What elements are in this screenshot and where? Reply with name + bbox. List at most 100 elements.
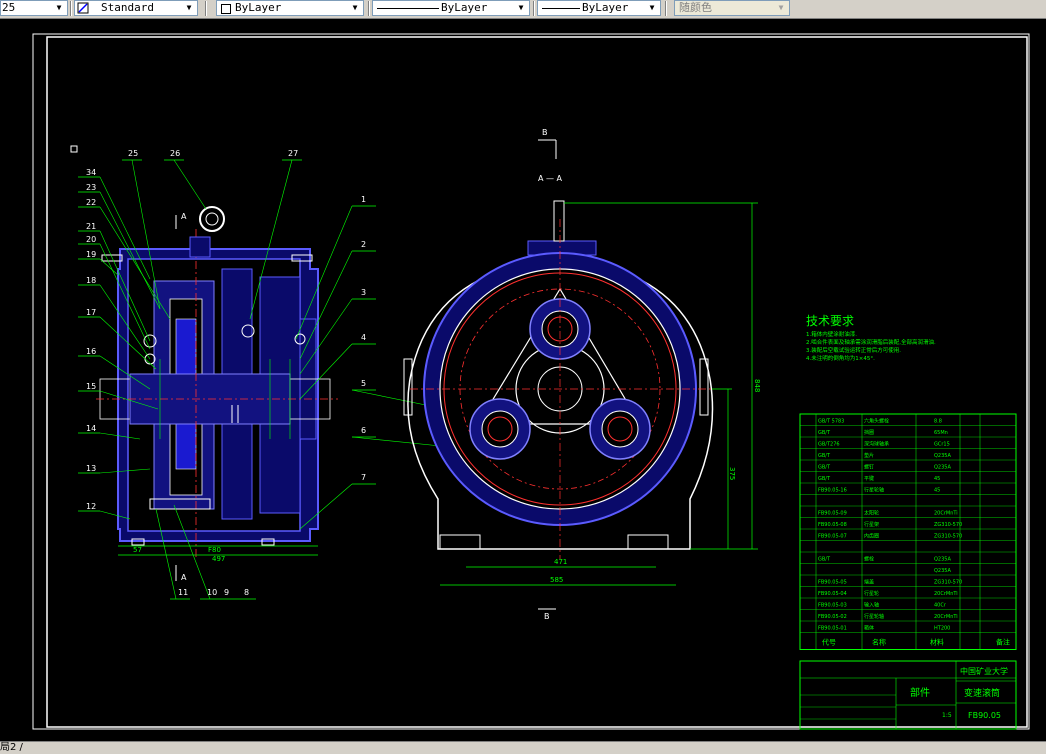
- leader-label-right: 1: [361, 195, 366, 204]
- lineweight-preview-icon: [542, 8, 580, 9]
- leader-label-left: 17: [86, 308, 96, 317]
- bom-cell: 行星轮轴: [864, 487, 884, 494]
- leader-label-left: 15: [86, 382, 96, 391]
- bom-cell: ZG310-570: [934, 580, 962, 586]
- bom-cell: GB/T276: [818, 442, 840, 448]
- dim-right-total: 585: [550, 576, 563, 584]
- dim-left-mid: F80: [208, 546, 221, 554]
- leader-label-left: 18: [86, 276, 96, 285]
- plotstyle-value: 随颜色: [679, 1, 712, 14]
- leader-label-right: 3: [361, 288, 366, 297]
- bom-cell: HT200: [934, 626, 950, 632]
- lineweight-value: ByLayer: [582, 1, 629, 14]
- title-code: FB90.05: [968, 711, 1001, 720]
- leader-label-top: 26: [170, 149, 180, 158]
- bom-cell: 行星轮轴: [864, 613, 884, 620]
- chevron-down-icon[interactable]: ▼: [53, 1, 65, 15]
- bom-cell: FB90.05-05: [818, 580, 847, 586]
- leader-label-left: 14: [86, 424, 96, 433]
- bom-header-cell: 材料: [930, 638, 944, 647]
- linetype-combo[interactable]: ByLayer ▼: [372, 0, 530, 16]
- lineweight-combo[interactable]: ByLayer ▼: [537, 0, 661, 16]
- section-mark-b-top: B: [542, 128, 548, 137]
- bom-cell: FB90.05-07: [818, 534, 847, 540]
- bom-cell: 行星架: [864, 521, 879, 528]
- bom-cell: 20CrMnTi: [934, 511, 958, 517]
- leader-label-right: 6: [361, 426, 366, 435]
- leader-label-left: 16: [86, 347, 96, 356]
- tech-line: 4.未注明的倒角均为1×45°.: [806, 354, 875, 362]
- toolbar-separator: [665, 1, 667, 16]
- toolbar-separator: [70, 1, 72, 16]
- properties-toolbar: 25 ▼ Standard ▼ ByLayer ▼ ByLayer ▼ ByLa…: [0, 0, 1046, 19]
- toolbar-separator: [205, 1, 207, 16]
- drawing-canvas[interactable]: 34232221201918171615141312 25 26 271234567…: [0, 19, 1046, 741]
- bom-cell: 垫片: [864, 452, 874, 459]
- tech-line: 1.箱体内壁涂耐油漆.: [806, 330, 857, 338]
- bom-cell: 20CrMnTi: [934, 614, 958, 620]
- bom-cell: 螺栓: [864, 556, 874, 563]
- leader-label-top: 25: [128, 149, 138, 158]
- bom-cell: FB90.05-04: [818, 591, 847, 597]
- title-name: 变速滚筒: [964, 687, 1000, 699]
- chevron-down-icon[interactable]: ▼: [349, 1, 361, 15]
- dim-left-total: 497: [212, 555, 225, 563]
- bom-cell: GB/T: [818, 476, 831, 482]
- bom-cell: GB/T: [818, 465, 831, 471]
- toolbar-separator: [533, 1, 535, 16]
- bom-cell: ZG310-570: [934, 534, 962, 540]
- dim-right-inner: 471: [554, 558, 567, 566]
- leader-label-left: 20: [86, 235, 96, 244]
- leader-label-right: 2: [361, 240, 366, 249]
- bom-header-cell: 代号: [822, 638, 836, 647]
- text-style-combo[interactable]: 25 ▼: [0, 0, 68, 16]
- section-mark-b-bottom: B: [544, 612, 550, 621]
- bom-header-cell: 名称: [872, 638, 886, 647]
- bom-cell: 平键: [864, 475, 874, 482]
- bom-cell: Q235A: [934, 453, 951, 459]
- leader-label-bottom: 8: [244, 588, 249, 597]
- bom-cell: 65Mn: [934, 430, 948, 436]
- leader-label-right: 7: [361, 473, 366, 482]
- bom-cell: 螺钉: [864, 464, 874, 471]
- dim-style-combo[interactable]: Standard ▼: [74, 0, 198, 16]
- bom-cell: GCr15: [934, 442, 950, 448]
- leader-label-left: 22: [86, 198, 96, 207]
- bom-cell: FB90.05-03: [818, 603, 847, 609]
- text-style-value: 25: [2, 1, 16, 14]
- bom-cell: 箱体: [864, 625, 874, 632]
- chevron-down-icon[interactable]: ▼: [183, 1, 195, 15]
- tech-line: 2.啮合件表面及轴承需涂润滑脂后装配,全部高润滑油.: [806, 338, 936, 346]
- chevron-down-icon[interactable]: ▼: [515, 1, 527, 15]
- chevron-down-icon[interactable]: ▼: [646, 1, 658, 15]
- title-school: 中国矿业大学: [960, 666, 1008, 676]
- layer-color-combo[interactable]: ByLayer ▼: [216, 0, 364, 16]
- dim-right-height: 848: [753, 379, 761, 392]
- bom-cell: GB/T: [818, 557, 831, 563]
- bom-cell: Q235A: [934, 568, 951, 574]
- bom-cell: 20CrMnTi: [934, 591, 958, 597]
- leader-label-left: 34: [86, 168, 96, 177]
- bom-cell: 输入轴: [864, 602, 879, 609]
- color-swatch-icon: [221, 4, 231, 14]
- chevron-down-icon: ▼: [778, 3, 784, 12]
- section-mark-top: A: [181, 212, 187, 221]
- leader-label-bottom: 9: [224, 588, 229, 597]
- bom-cell: GB/T: [818, 430, 831, 436]
- layout-tab-label[interactable]: 局2 /: [0, 742, 23, 753]
- bom-cell: 行星轮: [864, 590, 879, 597]
- title-part: 部件: [910, 686, 930, 699]
- bom-cell: 端盖: [864, 579, 874, 586]
- linetype-value: ByLayer: [441, 1, 488, 14]
- bom-cell: 45: [934, 476, 940, 482]
- bom-cell: 挡圈: [864, 429, 874, 436]
- bom-cell: FB90.05-02: [818, 614, 847, 620]
- bom-cell: Q235A: [934, 465, 951, 471]
- bom-cell: 45: [934, 488, 940, 494]
- dim-style-icon: [77, 2, 89, 14]
- bom-cell: 内齿圈: [864, 533, 879, 540]
- bom-cell: ZG310-570: [934, 522, 962, 528]
- leader-label-top: 27: [288, 149, 298, 158]
- leader-label-bottom: 11: [178, 588, 188, 597]
- title-scale: 1:5: [942, 712, 952, 719]
